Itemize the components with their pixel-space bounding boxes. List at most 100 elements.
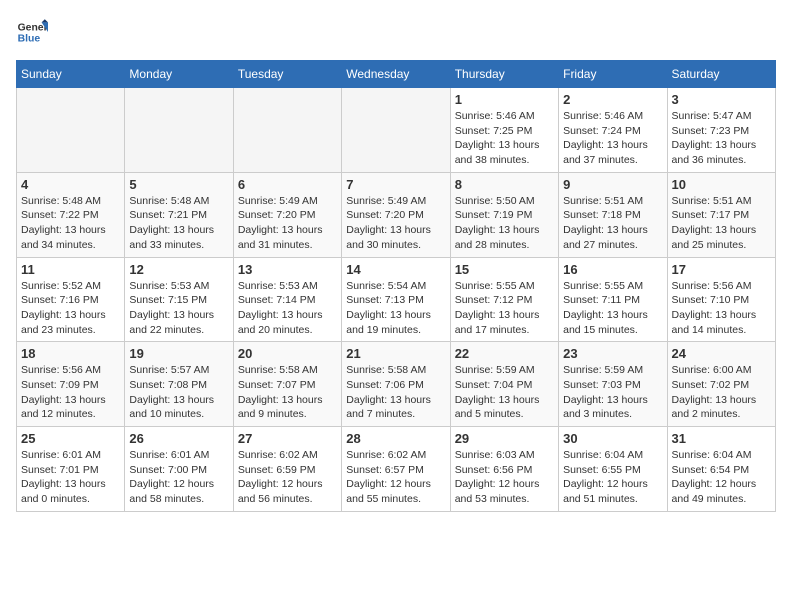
calendar-cell: 10 Sunrise: 5:51 AM Sunset: 7:17 PM Dayli… <box>667 172 775 257</box>
calendar-cell: 15 Sunrise: 5:55 AM Sunset: 7:12 PM Dayli… <box>450 257 558 342</box>
calendar-cell: 6Sunrise: 5:49 AM Sunset: 7:20 PM Daylig… <box>233 172 341 257</box>
calendar-cell: 7 Sunrise: 5:49 AM Sunset: 7:20 PM Daylig… <box>342 172 450 257</box>
calendar-cell: 14 Sunrise: 5:54 AM Sunset: 7:13 PM Dayli… <box>342 257 450 342</box>
calendar-cell: 18 Sunrise: 5:56 AM Sunset: 7:09 PM Dayli… <box>17 342 125 427</box>
calendar-cell <box>342 88 450 173</box>
day-info: Sunrise: 5:53 AM Sunset: 7:15 PM Dayligh… <box>129 279 228 338</box>
calendar-cell <box>233 88 341 173</box>
calendar-week-row: 4Sunrise: 5:48 AM Sunset: 7:22 PM Daylig… <box>17 172 776 257</box>
calendar-cell: 31 Sunrise: 6:04 AM Sunset: 6:54 PM Dayli… <box>667 427 775 512</box>
header: General Blue <box>16 16 776 48</box>
day-number: 6 <box>238 177 337 192</box>
calendar-cell <box>17 88 125 173</box>
day-info: Sunrise: 5:52 AM Sunset: 7:16 PM Dayligh… <box>21 279 120 338</box>
calendar-cell: 12 Sunrise: 5:53 AM Sunset: 7:15 PM Dayli… <box>125 257 233 342</box>
calendar-cell: 5Sunrise: 5:48 AM Sunset: 7:21 PM Daylig… <box>125 172 233 257</box>
day-number: 21 <box>346 346 445 361</box>
day-number: 27 <box>238 431 337 446</box>
day-number: 15 <box>455 262 554 277</box>
header-wednesday: Wednesday <box>342 61 450 88</box>
day-info: Sunrise: 5:59 AM Sunset: 7:03 PM Dayligh… <box>563 363 662 422</box>
day-info: Sunrise: 5:58 AM Sunset: 7:06 PM Dayligh… <box>346 363 445 422</box>
day-number: 11 <box>21 262 120 277</box>
calendar-cell: 28 Sunrise: 6:02 AM Sunset: 6:57 PM Dayli… <box>342 427 450 512</box>
day-info: Sunrise: 6:02 AM Sunset: 6:59 PM Dayligh… <box>238 448 337 507</box>
day-number: 28 <box>346 431 445 446</box>
day-info: Sunrise: 5:53 AM Sunset: 7:14 PM Dayligh… <box>238 279 337 338</box>
logo: General Blue <box>16 16 48 48</box>
day-number: 1 <box>455 92 554 107</box>
day-info: Sunrise: 5:50 AM Sunset: 7:19 PM Dayligh… <box>455 194 554 253</box>
calendar-cell: 16 Sunrise: 5:55 AM Sunset: 7:11 PM Dayli… <box>559 257 667 342</box>
day-info: Sunrise: 5:58 AM Sunset: 7:07 PM Dayligh… <box>238 363 337 422</box>
header-sunday: Sunday <box>17 61 125 88</box>
calendar-week-row: 11 Sunrise: 5:52 AM Sunset: 7:16 PM Dayli… <box>17 257 776 342</box>
calendar-cell: 27 Sunrise: 6:02 AM Sunset: 6:59 PM Dayli… <box>233 427 341 512</box>
day-info: Sunrise: 5:56 AM Sunset: 7:10 PM Dayligh… <box>672 279 771 338</box>
calendar-cell: 1 Sunrise: 5:46 AM Sunset: 7:25 PM Daylig… <box>450 88 558 173</box>
day-number: 24 <box>672 346 771 361</box>
calendar-cell: 20 Sunrise: 5:58 AM Sunset: 7:07 PM Dayli… <box>233 342 341 427</box>
calendar-cell: 2 Sunrise: 5:46 AM Sunset: 7:24 PM Daylig… <box>559 88 667 173</box>
calendar-cell: 25Sunrise: 6:01 AM Sunset: 7:01 PM Dayli… <box>17 427 125 512</box>
calendar-cell: 4Sunrise: 5:48 AM Sunset: 7:22 PM Daylig… <box>17 172 125 257</box>
day-number: 12 <box>129 262 228 277</box>
calendar-cell: 3 Sunrise: 5:47 AM Sunset: 7:23 PM Daylig… <box>667 88 775 173</box>
day-info: Sunrise: 6:02 AM Sunset: 6:57 PM Dayligh… <box>346 448 445 507</box>
day-number: 3 <box>672 92 771 107</box>
header-friday: Friday <box>559 61 667 88</box>
day-number: 26 <box>129 431 228 446</box>
calendar-cell: 30 Sunrise: 6:04 AM Sunset: 6:55 PM Dayli… <box>559 427 667 512</box>
day-number: 25 <box>21 431 120 446</box>
day-info: Sunrise: 5:55 AM Sunset: 7:11 PM Dayligh… <box>563 279 662 338</box>
day-info: Sunrise: 5:51 AM Sunset: 7:18 PM Dayligh… <box>563 194 662 253</box>
calendar-cell: 11 Sunrise: 5:52 AM Sunset: 7:16 PM Dayli… <box>17 257 125 342</box>
day-info: Sunrise: 5:54 AM Sunset: 7:13 PM Dayligh… <box>346 279 445 338</box>
day-number: 8 <box>455 177 554 192</box>
day-info: Sunrise: 6:03 AM Sunset: 6:56 PM Dayligh… <box>455 448 554 507</box>
day-info: Sunrise: 5:51 AM Sunset: 7:17 PM Dayligh… <box>672 194 771 253</box>
day-info: Sunrise: 5:55 AM Sunset: 7:12 PM Dayligh… <box>455 279 554 338</box>
calendar-cell: 17Sunrise: 5:56 AM Sunset: 7:10 PM Dayli… <box>667 257 775 342</box>
day-number: 7 <box>346 177 445 192</box>
day-info: Sunrise: 6:04 AM Sunset: 6:55 PM Dayligh… <box>563 448 662 507</box>
day-info: Sunrise: 5:47 AM Sunset: 7:23 PM Dayligh… <box>672 109 771 168</box>
day-info: Sunrise: 5:59 AM Sunset: 7:04 PM Dayligh… <box>455 363 554 422</box>
calendar-cell: 13 Sunrise: 5:53 AM Sunset: 7:14 PM Dayli… <box>233 257 341 342</box>
day-info: Sunrise: 5:48 AM Sunset: 7:21 PM Dayligh… <box>129 194 228 253</box>
calendar-cell: 29Sunrise: 6:03 AM Sunset: 6:56 PM Dayli… <box>450 427 558 512</box>
day-info: Sunrise: 5:57 AM Sunset: 7:08 PM Dayligh… <box>129 363 228 422</box>
day-number: 18 <box>21 346 120 361</box>
day-info: Sunrise: 6:01 AM Sunset: 7:00 PM Dayligh… <box>129 448 228 507</box>
svg-text:Blue: Blue <box>18 34 41 45</box>
day-number: 2 <box>563 92 662 107</box>
calendar-cell: 24Sunrise: 6:00 AM Sunset: 7:02 PM Dayli… <box>667 342 775 427</box>
day-info: Sunrise: 6:04 AM Sunset: 6:54 PM Dayligh… <box>672 448 771 507</box>
calendar-cell: 19 Sunrise: 5:57 AM Sunset: 7:08 PM Dayli… <box>125 342 233 427</box>
day-number: 19 <box>129 346 228 361</box>
calendar-week-row: 1 Sunrise: 5:46 AM Sunset: 7:25 PM Daylig… <box>17 88 776 173</box>
day-number: 20 <box>238 346 337 361</box>
day-info: Sunrise: 5:49 AM Sunset: 7:20 PM Dayligh… <box>346 194 445 253</box>
day-info: Sunrise: 5:46 AM Sunset: 7:24 PM Dayligh… <box>563 109 662 168</box>
calendar-cell: 23 Sunrise: 5:59 AM Sunset: 7:03 PM Dayli… <box>559 342 667 427</box>
day-number: 23 <box>563 346 662 361</box>
day-info: Sunrise: 5:46 AM Sunset: 7:25 PM Dayligh… <box>455 109 554 168</box>
calendar-header-row: SundayMondayTuesdayWednesdayThursdayFrid… <box>17 61 776 88</box>
day-number: 30 <box>563 431 662 446</box>
calendar-cell: 9 Sunrise: 5:51 AM Sunset: 7:18 PM Daylig… <box>559 172 667 257</box>
day-number: 31 <box>672 431 771 446</box>
calendar-cell: 21 Sunrise: 5:58 AM Sunset: 7:06 PM Dayli… <box>342 342 450 427</box>
day-number: 14 <box>346 262 445 277</box>
calendar-week-row: 18 Sunrise: 5:56 AM Sunset: 7:09 PM Dayli… <box>17 342 776 427</box>
calendar-cell: 8 Sunrise: 5:50 AM Sunset: 7:19 PM Daylig… <box>450 172 558 257</box>
logo-icon: General Blue <box>16 16 48 48</box>
header-tuesday: Tuesday <box>233 61 341 88</box>
day-number: 13 <box>238 262 337 277</box>
day-number: 9 <box>563 177 662 192</box>
day-number: 22 <box>455 346 554 361</box>
day-info: Sunrise: 5:56 AM Sunset: 7:09 PM Dayligh… <box>21 363 120 422</box>
day-number: 16 <box>563 262 662 277</box>
day-number: 10 <box>672 177 771 192</box>
header-thursday: Thursday <box>450 61 558 88</box>
